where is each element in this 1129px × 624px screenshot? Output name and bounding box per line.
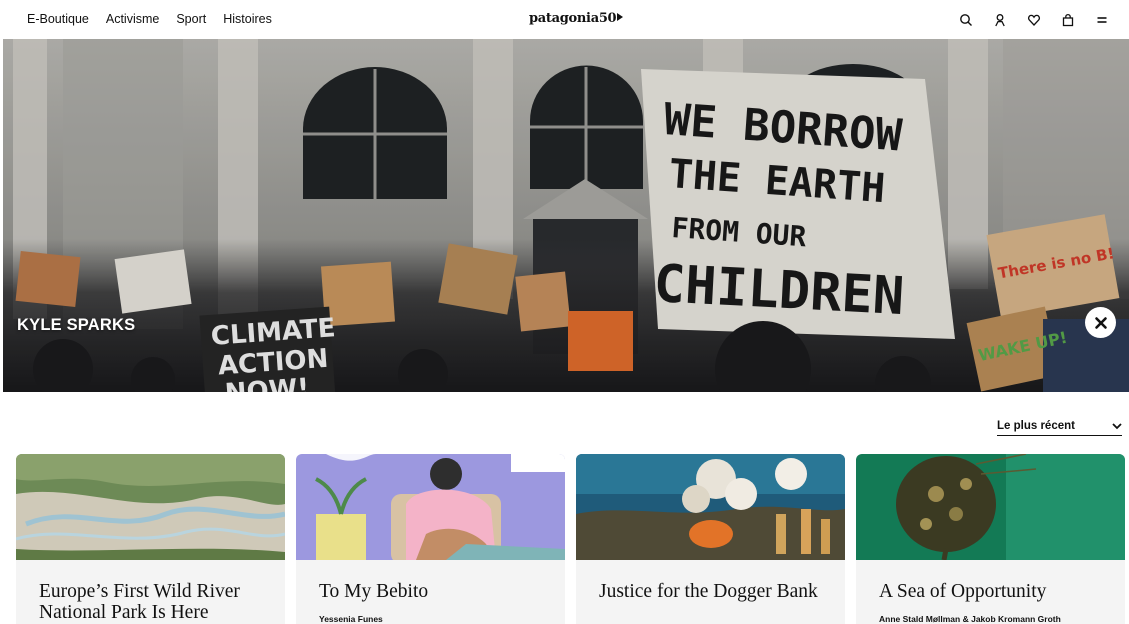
hero-banner: WE BORROW THE EARTH FROM OUR CHILDREN CL… [3,39,1129,392]
card-image [16,454,285,560]
nav-item-activisme[interactable]: Activisme [106,12,159,26]
story-card[interactable]: A Sea of Opportunity Anne Stald Møllman … [856,454,1125,624]
story-card[interactable]: To My Bebito Yessenia Funes [296,454,565,624]
main-nav: E-Boutique Activisme Sport Histoires [27,12,272,26]
nav-item-eboutique[interactable]: E-Boutique [27,12,89,26]
nav-item-histoires[interactable]: Histoires [223,12,272,26]
card-title: A Sea of Opportunity [879,581,1047,602]
search-icon[interactable] [958,12,973,27]
chevron-down-icon [1112,422,1122,429]
card-image [576,454,845,560]
card-title: Europe’s First Wild River National Park … [39,581,240,623]
account-icon[interactable] [992,12,1007,27]
logo-text: patagonia50 [529,11,617,26]
card-image [296,454,565,560]
card-author: Yessenia Funes [319,614,383,624]
menu-icon[interactable] [1094,12,1109,27]
nav-item-sport[interactable]: Sport [176,12,206,26]
sort-selected-value: Le plus récent [997,420,1075,432]
close-icon [1094,316,1107,329]
story-card[interactable]: Justice for the Dogger Bank [576,454,845,624]
story-card[interactable]: Europe’s First Wild River National Park … [16,454,285,624]
card-title: Justice for the Dogger Bank [599,581,818,602]
hero-photo: WE BORROW THE EARTH FROM OUR CHILDREN CL… [3,39,1129,392]
close-button[interactable] [1085,307,1116,338]
header-icons [958,12,1109,27]
site-header: E-Boutique Activisme Sport Histoires pat… [0,0,1129,39]
card-image [856,454,1125,560]
patagonia-logo[interactable]: patagonia50 [529,11,624,26]
card-title: To My Bebito [319,581,429,602]
wishlist-icon[interactable] [1026,12,1041,27]
cart-icon[interactable] [1060,12,1075,27]
sort-select[interactable]: Le plus récent [997,417,1122,436]
hero-title: KYLE SPARKS [17,316,136,334]
card-author: Anne Stald Møllman & Jakob Kromann Groth [879,614,1061,624]
logo-arrow-icon [617,13,624,21]
